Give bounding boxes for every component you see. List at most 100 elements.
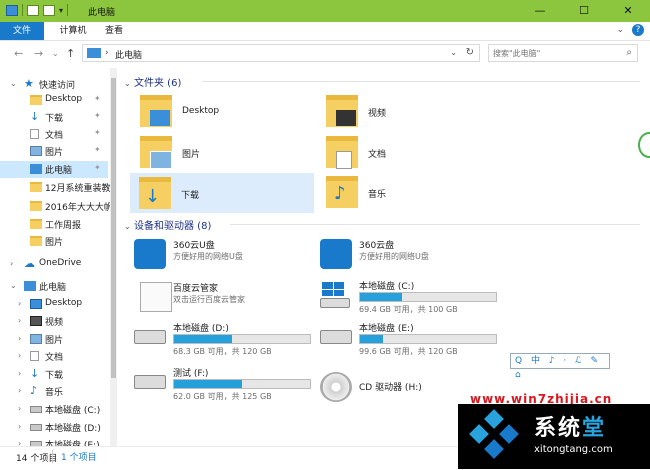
search-input[interactable] [493,47,615,59]
sidebar-item[interactable]: › 本地磁盘 (C:) [0,401,108,418]
tab-file[interactable]: 文件 [0,22,44,40]
cd-drive-icon [320,372,352,402]
pin-icon[interactable]: ✦ [94,145,101,154]
sidebar-item-label: 12月系统重装教 [45,184,111,194]
drive-c[interactable]: 本地磁盘 (C:) 69.4 GB 可用，共 100 GB [314,276,504,316]
folder-name: 视频 [368,109,387,119]
folder-downloads[interactable]: ↓ 下载 [130,173,314,213]
drive-icon [30,424,42,431]
forward-arrow-icon[interactable]: → [34,47,43,60]
device-description: 双击运行百度云管家 [173,295,245,304]
sidebar-item[interactable]: 文档 ✦ [0,126,108,143]
collapse-chevron-icon[interactable]: ⌄ [10,281,17,290]
sidebar-item[interactable]: ⌄ ★ 快速访问 [0,76,108,93]
sidebar-item[interactable]: 图片 ✦ [0,143,108,160]
pin-icon[interactable]: ✦ [94,128,101,137]
scrollbar-thumb[interactable] [111,78,116,378]
sidebar-item[interactable]: › 图片 [0,331,108,348]
sidebar-item[interactable]: › ↓ 下载 [0,366,108,383]
customize-toolbar-chevron-icon[interactable]: ▾ [59,6,63,15]
expand-chevron-icon[interactable]: › [18,316,21,325]
search-icon[interactable]: ⌕ [626,47,632,58]
collapse-chevron-icon[interactable]: ⌄ [10,79,17,88]
device-360-usb[interactable]: 360云U盘 方便好用的网络U盘 [128,235,314,275]
watermark-name-b: 堂 [582,415,607,441]
new-folder-icon[interactable] [43,4,55,16]
sidebar-item-label: 工作周报 [45,221,82,231]
expand-chevron-icon[interactable]: › [18,404,21,413]
refresh-icon[interactable]: ↻ [466,47,474,58]
sidebar-item[interactable]: › 文档 [0,348,108,365]
folder-documents[interactable]: 文档 [318,133,498,173]
collapse-chevron-icon[interactable]: ⌄ [124,222,134,231]
expand-chevron-icon[interactable]: › [18,334,21,343]
expand-chevron-icon[interactable]: › [18,386,21,395]
drive-d[interactable]: 本地磁盘 (D:) 68.3 GB 可用，共 120 GB [128,318,318,358]
help-icon[interactable]: ? [632,24,644,36]
pin-icon[interactable]: ✦ [94,94,101,103]
navigation-pane-scrollbar[interactable] [110,68,117,446]
sidebar-item[interactable]: › 本地磁盘 (D:) [0,419,108,436]
address-history-chevron-icon[interactable]: ⌄ [450,48,457,57]
content-pane: ⌄ 文件夹 (6) Desktop 视频 图片 文档 ↓ 下载 ♪ 音乐 ⌄ 设备和… [118,68,650,446]
sidebar-item[interactable]: 此电脑 ✦ [0,161,108,178]
collapse-chevron-icon[interactable]: ⌄ [124,79,134,88]
properties-icon[interactable] [27,4,39,16]
expand-chevron-icon[interactable]: › [18,439,21,446]
folder-videos[interactable]: 视频 [318,92,498,132]
sidebar-item[interactable]: ↓ 下载 ✦ [0,109,108,126]
sidebar-item[interactable]: › 视频 [0,313,108,330]
drive-f[interactable]: 测试 (F:) 62.0 GB 可用，共 125 GB [128,363,318,403]
sidebar-item[interactable]: ⌄ 此电脑 [0,278,108,295]
tab-computer[interactable]: 计算机 [56,22,90,40]
pin-icon[interactable]: ✦ [94,111,101,120]
close-button[interactable]: ✕ [606,0,650,22]
folder-music[interactable]: ♪ 音乐 [318,173,498,213]
devices-group-header[interactable]: ⌄ 设备和驱动器 (8) [124,217,644,232]
breadcrumb-separator-icon[interactable]: › [105,48,109,58]
document-folder-icon [326,136,358,169]
folders-group-header[interactable]: ⌄ 文件夹 (6) [124,74,644,89]
device-name: 360云盘 [359,241,395,251]
usb-cloud-icon [134,239,166,269]
expand-chevron-icon[interactable]: › [18,369,21,378]
sidebar-item[interactable]: › ♪ 音乐 [0,383,108,400]
search-box[interactable]: ⌕ [488,44,638,62]
sidebar-item[interactable]: 工作周报 [0,216,108,233]
sidebar-item[interactable]: 12月系统重装教 [0,179,111,196]
expand-chevron-icon[interactable]: › [18,422,21,431]
computer-icon[interactable] [6,4,18,16]
sidebar-item[interactable]: Desktop ✦ [0,92,108,109]
up-arrow-icon[interactable]: ↑ [66,47,75,60]
recent-locations-chevron-icon[interactable]: ⌄ [52,49,59,58]
expand-chevron-icon[interactable]: › [10,259,13,268]
computer-icon [24,281,36,291]
pin-icon[interactable]: ✦ [94,163,101,172]
folder-icon [30,219,42,229]
desktop-folder-icon [140,95,172,127]
sidebar-item[interactable]: › 本地磁盘 (E:) [0,436,108,446]
sidebar-item[interactable]: 图片 [0,233,108,250]
sidebar-item[interactable]: › Desktop [0,296,108,313]
back-arrow-icon[interactable]: ← [14,47,23,60]
folder-name: 图片 [182,150,201,160]
address-bar[interactable]: › 此电脑 ⌄ ↻ [82,44,480,62]
folder-desktop[interactable]: Desktop [132,92,312,132]
ime-toolbar[interactable]: Q 中 ♪ ⋅ ℒ ✎ ⌂ [510,353,610,380]
device-baidu-cloud[interactable]: 百度云管家 双击运行百度云管家 [128,278,314,318]
drive-e[interactable]: 本地磁盘 (E:) 99.6 GB 可用，共 120 GB [314,318,504,358]
expand-chevron-icon[interactable]: › [18,351,21,360]
minimize-button[interactable]: — [518,0,562,22]
device-360-cloud[interactable]: 360云盘 方便好用的网络U盘 [314,235,500,275]
sidebar-item[interactable]: 2016年大大大帆 [0,198,113,215]
expand-ribbon-chevron-icon[interactable]: ⌄ [616,25,624,35]
tab-view[interactable]: 查看 [100,22,128,40]
music-note-icon: ♪ [334,183,346,204]
drive-usage-fill [360,293,403,301]
blank-document-icon [140,282,172,312]
folder-pictures[interactable]: 图片 [132,133,312,173]
expand-chevron-icon[interactable]: › [18,299,21,308]
maximize-button[interactable]: ☐ [562,0,606,22]
sidebar-item[interactable]: › ☁ OneDrive [0,256,108,273]
breadcrumb[interactable]: 此电脑 [115,48,142,61]
